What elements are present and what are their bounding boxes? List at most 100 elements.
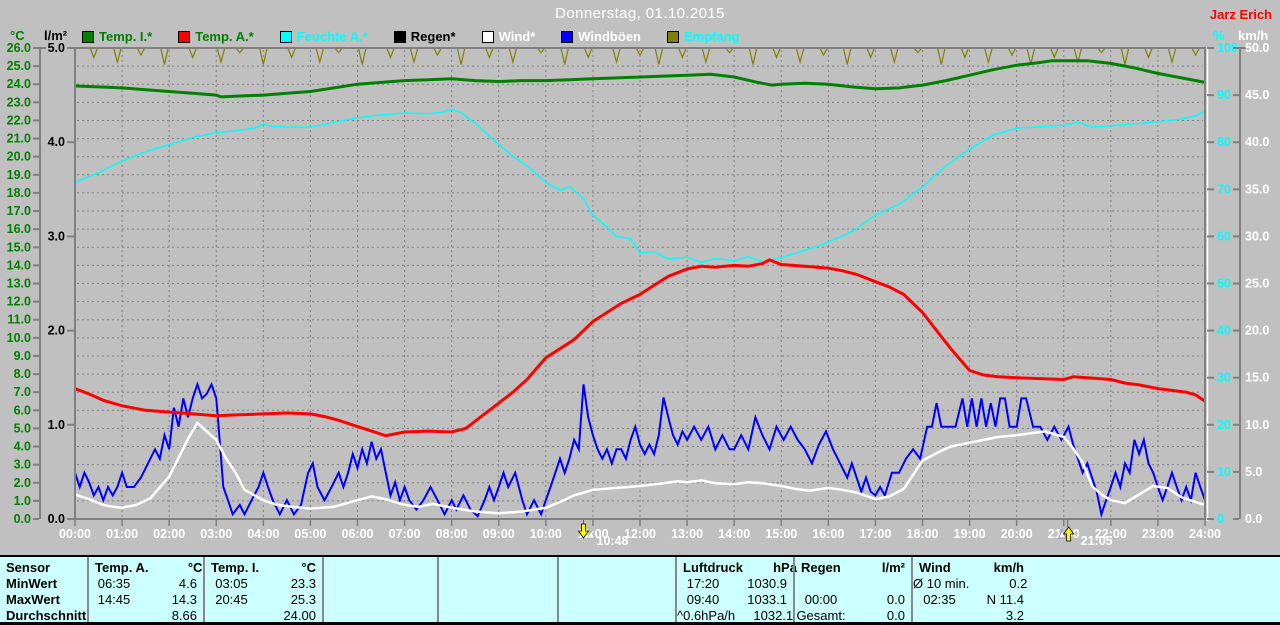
axis-tick-label: 70 (1217, 182, 1231, 196)
axis-tick-label: 10.0 (7, 331, 31, 345)
stat-value: 8.66 (139, 608, 203, 624)
axis-tick-label: 80 (1217, 135, 1231, 149)
axis-tick-label: 45.0 (1245, 88, 1269, 102)
table-group-empty-1 (322, 557, 437, 622)
axis-tick-label: 02:00 (153, 527, 185, 541)
table-row (559, 576, 675, 592)
axis-tick-label: 15:00 (765, 527, 797, 541)
stat-time: ^0.6hPa/h (677, 608, 735, 624)
axis-tick-label: 16:00 (812, 527, 844, 541)
axis-tick-label: 18.0 (7, 186, 31, 200)
table-row (324, 592, 437, 608)
axis-tick-label: 0.0 (14, 512, 31, 526)
axis-tick-label: 03:00 (200, 527, 232, 541)
stat-time: 06:35 (89, 576, 139, 592)
table-row-labels-column: SensorMinWertMaxWertDurchschnitt (0, 557, 87, 622)
axis-tick-label: 15.0 (1245, 371, 1269, 385)
axis-tick-label: 14.0 (7, 258, 31, 272)
axis-tick-label: 40.0 (1245, 135, 1269, 149)
axis-tick-label: 08:00 (436, 527, 468, 541)
sensor-unit: °C (262, 560, 322, 576)
axis-tick-label: 0 (1217, 512, 1224, 526)
table-row: 20:4525.3 (205, 592, 322, 608)
stat-value: 3.2 (966, 608, 1030, 624)
table-group-wind: Windkm/hØ 10 min.0.202:35N 11.43.2 (911, 557, 1030, 622)
table-row: 24.00 (205, 608, 322, 624)
time-marker-21-05: 21:05 (1059, 520, 1113, 548)
axis-tick-label: 11.0 (7, 313, 31, 327)
axis-tick-label: 4.0 (14, 440, 31, 454)
axis-tick-label: 0.0 (1245, 512, 1262, 526)
axis-tick-label: 3.0 (48, 229, 65, 243)
stat-value: 0.0 (847, 608, 911, 624)
axis-tick-label: 4.0 (48, 135, 65, 149)
table-row (324, 608, 437, 624)
table-row: 02:35N 11.4 (913, 592, 1030, 608)
table-row-label: Durchschnitt (6, 608, 87, 624)
stat-value: 24.00 (258, 608, 322, 624)
table-row (439, 608, 557, 624)
axis-tick-label: 13.0 (7, 277, 31, 291)
axis-tick-label: 21.0 (7, 132, 31, 146)
time-marker-label: 21:05 (1081, 534, 1113, 548)
table-group-empty-2 (437, 557, 557, 622)
axis-tick-label: 5.0 (14, 421, 31, 435)
axis-tick-label: 10 (1217, 465, 1231, 479)
axis-tick-label: 13:00 (671, 527, 703, 541)
table-row (439, 576, 557, 592)
stat-value: 1030.9 (729, 576, 793, 592)
axis-tick-label: 06:00 (342, 527, 374, 541)
table-row: ^0.6hPa/h1032.1 (677, 608, 793, 624)
axis-tick-label: 16.0 (7, 222, 31, 236)
axis-tick-label: 19.0 (7, 168, 31, 182)
table-group-temp-a: Temp. A.°C06:354.614:4514.38.66 (87, 557, 203, 622)
axis-tick-label: 04:00 (247, 527, 279, 541)
sensor-name: Luftdruck (677, 560, 743, 576)
axis-tick-label: 07:00 (389, 527, 421, 541)
axis-tick-label: 24.0 (7, 77, 31, 91)
axis-tick-label: 10:00 (530, 527, 562, 541)
axis-tick-label: 7.0 (14, 385, 31, 399)
table-row (559, 592, 675, 608)
time-marker-label: 10:48 (597, 534, 629, 548)
table-row: 14:4514.3 (89, 592, 203, 608)
stat-time: 17:20 (677, 576, 729, 592)
axis-tick-label: 05:00 (294, 527, 326, 541)
sensor-unit: l/m² (851, 560, 911, 576)
axis-tick-label: 20:00 (1001, 527, 1033, 541)
stat-value: 4.6 (139, 576, 203, 592)
table-group-temp-i: Temp. I.°C03:0523.320:4525.324.00 (203, 557, 322, 622)
axis-tick-label: 2.0 (48, 324, 65, 338)
sensor-name: Wind (913, 560, 970, 576)
axis-tick-label: 15.0 (7, 240, 31, 254)
axis-tick-label: 30.0 (1245, 229, 1269, 243)
plot-border (75, 48, 1205, 519)
stat-time: 09:40 (677, 592, 729, 608)
stat-value: 23.3 (258, 576, 322, 592)
table-row: 09:401033.1 (677, 592, 793, 608)
axis-tick-label: 19:00 (954, 527, 986, 541)
table-row: Gesamt:0.0 (795, 608, 911, 624)
axis-tick-label: 01:00 (106, 527, 138, 541)
sensor-name: Temp. I. (205, 560, 262, 576)
axis-tick-label: 23:00 (1142, 527, 1174, 541)
sensor-name: Regen (795, 560, 851, 576)
axis-tick-label: 10.0 (1245, 418, 1269, 432)
axis-tick-label: 25.0 (1245, 277, 1269, 291)
table-row (795, 576, 911, 592)
stat-time: 00:00 (795, 592, 847, 608)
axis-tick-label: 35.0 (1245, 182, 1269, 196)
axis-tick-label: 8.0 (14, 367, 31, 381)
axis-tick-label: 50.0 (1245, 41, 1269, 55)
stat-value: 14.3 (139, 592, 203, 608)
table-row: 00:000.0 (795, 592, 911, 608)
axis-tick-label: 9.0 (14, 349, 31, 363)
table-row: 17:201030.9 (677, 576, 793, 592)
table-row (439, 592, 557, 608)
stat-value: 0.0 (847, 592, 911, 608)
stat-time: 03:05 (205, 576, 258, 592)
table-row: 3.2 (913, 608, 1030, 624)
axis-tick-label: 6.0 (14, 403, 31, 417)
table-row: 03:0523.3 (205, 576, 322, 592)
axis-tick-label: 1.0 (14, 494, 31, 508)
